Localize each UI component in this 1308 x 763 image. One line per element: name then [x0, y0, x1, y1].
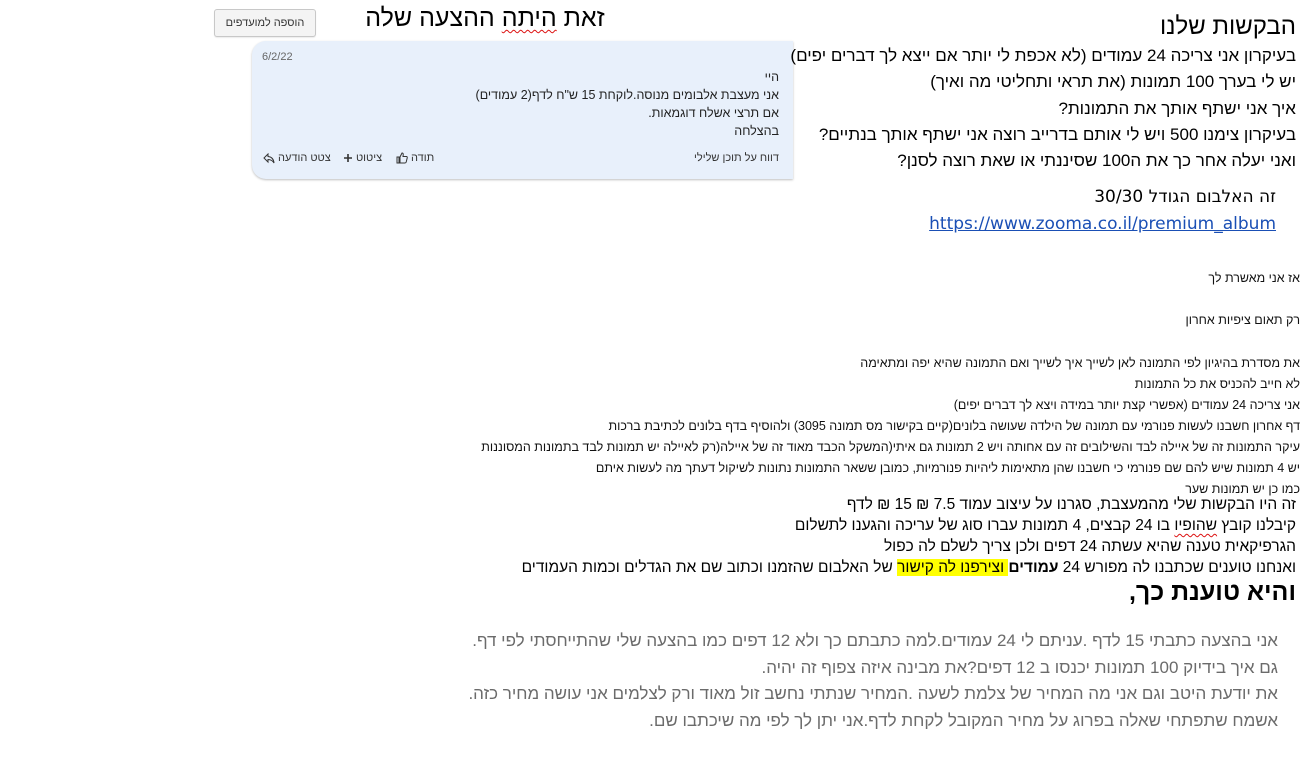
- quote-message-button[interactable]: צטט הודעה: [263, 152, 331, 164]
- chat-line: את מסדרת בהיגיון לפי התמונה לאן לשייך אי…: [860, 356, 1300, 370]
- chat-line: עיקר התמונות זה של איילה לבד והשילובים ז…: [481, 440, 1300, 454]
- quote-message-label: צטט הודעה: [278, 152, 331, 164]
- summary-text: ואנחנו טוענים שכתבנו לה מפורש 24: [1058, 559, 1296, 576]
- quote-button[interactable]: ציטוט: [343, 152, 382, 164]
- response-line: גם איך בידיוק 100 תמונות יכנסו ב 12 דפים…: [761, 657, 1278, 677]
- designer-response: אני בהצעה כתבתי 15 לדף .עניתם לי 24 עמוד…: [468, 628, 1278, 734]
- claim-heading: והיא טוענת כך,: [1128, 578, 1296, 606]
- request-item: איך אני ישתף אותך את התמונות?: [1058, 98, 1296, 118]
- chat-line-approve: אז אני מאשרת לך: [1208, 271, 1300, 285]
- request-item: ואני יעלה אחר כך את ה100 שסיננתי או שאת …: [897, 151, 1296, 171]
- requests-list: בעיקרון אני צריכה 24 עמודים (לא אכפת לי …: [790, 43, 1296, 174]
- message-date: 6/2/22: [262, 51, 293, 63]
- request-item: בעיקרון צימנו 500 ויש לי אותם בדרייב רוצ…: [818, 124, 1296, 144]
- chat-line-coordination: רק תאום ציפיות אחרון: [1185, 313, 1301, 327]
- album-size-text: זה האלבום הגודל 30/30: [1094, 187, 1276, 207]
- request-item: בעיקרון אני צריכה 24 עמודים (לא אכפת לי …: [790, 46, 1296, 65]
- bold-text: עמודים: [1008, 559, 1059, 576]
- summary-text: של האלבום שהזמנו וכתוב שם את הגדלים וכמו…: [521, 559, 898, 576]
- summary-line: קיבלנו קובץ שהופיו בו 24 קבצים, 4 תמונות…: [522, 515, 1296, 536]
- plus-icon: [344, 154, 352, 162]
- highlighted-text: וצירפנו לה קישור: [897, 559, 1009, 576]
- chat-line: יש 4 תמונות שיש להם שם פנורמי כי חשבנו ש…: [595, 461, 1300, 475]
- response-line: אני בהצעה כתבתי 15 לדף .עניתם לי 24 עמוד…: [472, 631, 1278, 650]
- chat-line: אני צריכה 24 עמודים (אפשרי קצת יותר במיד…: [953, 398, 1300, 412]
- requests-heading: הבקשות שלנו: [1159, 13, 1296, 40]
- spellcheck-word: שהופיו: [1174, 517, 1218, 534]
- thumbs-up-icon: [396, 152, 408, 164]
- summary-text: בו 24 קבצים, 4 תמונות עברו סוג של עריכה …: [794, 517, 1175, 534]
- summary-line: זה היו הבקשות שלי מהמעצבת, סגרנו על עיצו…: [846, 496, 1296, 513]
- report-negative-link[interactable]: דווח על תוכן שלילי: [694, 152, 779, 164]
- album-link[interactable]: https://www.zooma.co.il/premium_album: [929, 214, 1276, 234]
- offer-title-text: ההצעה שלה: [365, 4, 502, 32]
- message-line: אם תרצי אשלח דוגמאות.: [648, 106, 779, 120]
- thanks-label: תודה: [411, 152, 435, 164]
- summary-line: ואנחנו טוענים שכתבנו לה מפורש 24 עמודים …: [522, 557, 1296, 578]
- add-to-favorites-button[interactable]: הוספה למועדפים: [214, 9, 316, 37]
- message-line: היי: [764, 70, 779, 84]
- response-line: את יודעת היטב וגם אני מה המחיר של צלמת ל…: [468, 684, 1278, 703]
- dispute-summary: זה היו הבקשות שלי מהמעצבת, סגרנו על עיצו…: [522, 494, 1296, 578]
- message-card: 6/2/22 היי אני מעצבת אלבומים מנוסה.לוקחת…: [252, 41, 793, 179]
- quote-label: ציטוט: [356, 152, 383, 164]
- summary-text: קיבלנו קובץ: [1217, 517, 1296, 534]
- spellcheck-word: היתה: [501, 4, 557, 32]
- chat-line: דף אחרון חשבנו לעשות פנורמי עם תמונה של …: [608, 419, 1300, 433]
- request-item: יש לי בערך 100 תמונות (את תראי ותחליטי מ…: [930, 72, 1296, 92]
- chat-line: לא חייב להכניס את כל התמונות: [1134, 377, 1300, 391]
- response-line: אשמח שתפתחי שאלה בפרוג על מחיר המקובל לק…: [649, 710, 1278, 730]
- offer-title: זאת היתה ההצעה שלה: [330, 4, 640, 33]
- chat-requirements-list: את מסדרת בהיגיון לפי התמונה לאן לשייך אי…: [481, 353, 1300, 500]
- offer-title-text: זאת: [556, 4, 605, 32]
- message-line: בהצלחה: [734, 124, 779, 138]
- add-to-favorites-label: הוספה למועדפים: [225, 17, 305, 29]
- reply-icon: [263, 152, 275, 163]
- message-line: אני מעצבת אלבומים מנוסה.לוקחת 15 ש"ח לדף…: [475, 88, 779, 102]
- thanks-button[interactable]: תודה: [396, 152, 434, 164]
- summary-line: הגרפיקאית טענה שהיא עשתה 24 דפים ולכן צר…: [883, 538, 1296, 555]
- message-body: היי אני מעצבת אלבומים מנוסה.לוקחת 15 ש"ח…: [476, 68, 779, 140]
